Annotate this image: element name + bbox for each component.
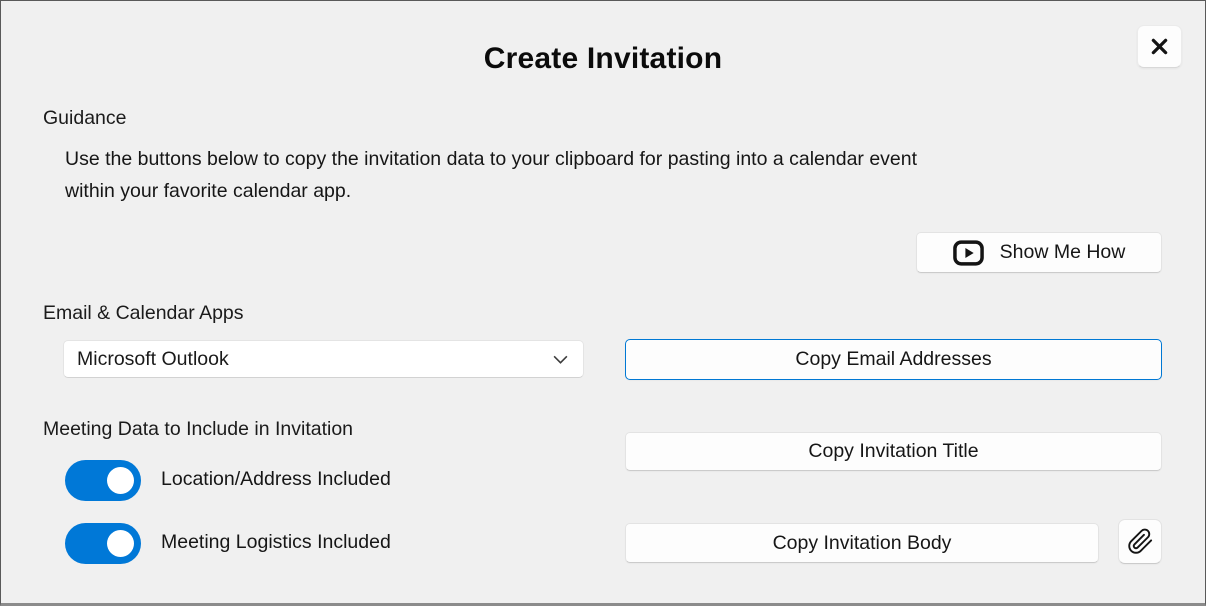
meeting-data-label: Meeting Data to Include in Invitation (43, 418, 353, 441)
guidance-text-line: within your favorite calendar app. (65, 175, 917, 207)
email-app-selected-value: Microsoft Outlook (77, 348, 552, 371)
chevron-down-icon (552, 354, 569, 365)
location-address-toggle-label: Location/Address Included (161, 468, 391, 491)
page-title: Create Invitation (1, 42, 1205, 76)
copy-invitation-body-button[interactable]: Copy Invitation Body (625, 523, 1099, 563)
show-me-how-button[interactable]: Show Me How (916, 232, 1162, 273)
meeting-logistics-toggle[interactable] (65, 523, 141, 564)
guidance-text-line: Use the buttons below to copy the invita… (65, 143, 917, 175)
create-invitation-dialog: Create Invitation Guidance Use the butto… (0, 0, 1206, 606)
show-me-how-label: Show Me How (1000, 241, 1126, 264)
toggle-knob (107, 530, 134, 557)
copy-email-addresses-button[interactable]: Copy Email Addresses (625, 339, 1162, 380)
email-calendar-apps-label: Email & Calendar Apps (43, 302, 244, 325)
paperclip-icon (1127, 528, 1154, 555)
guidance-text: Use the buttons below to copy the invita… (65, 143, 917, 207)
toggle-knob (107, 467, 134, 494)
copy-invitation-title-button[interactable]: Copy Invitation Title (625, 432, 1162, 471)
meeting-logistics-toggle-label: Meeting Logistics Included (161, 531, 391, 554)
close-button[interactable] (1137, 25, 1182, 68)
location-address-toggle[interactable] (65, 460, 141, 501)
guidance-label: Guidance (43, 107, 126, 130)
attach-file-button[interactable] (1118, 519, 1162, 564)
email-app-select[interactable]: Microsoft Outlook (63, 340, 584, 378)
close-icon (1150, 37, 1169, 56)
video-play-icon (953, 240, 984, 266)
